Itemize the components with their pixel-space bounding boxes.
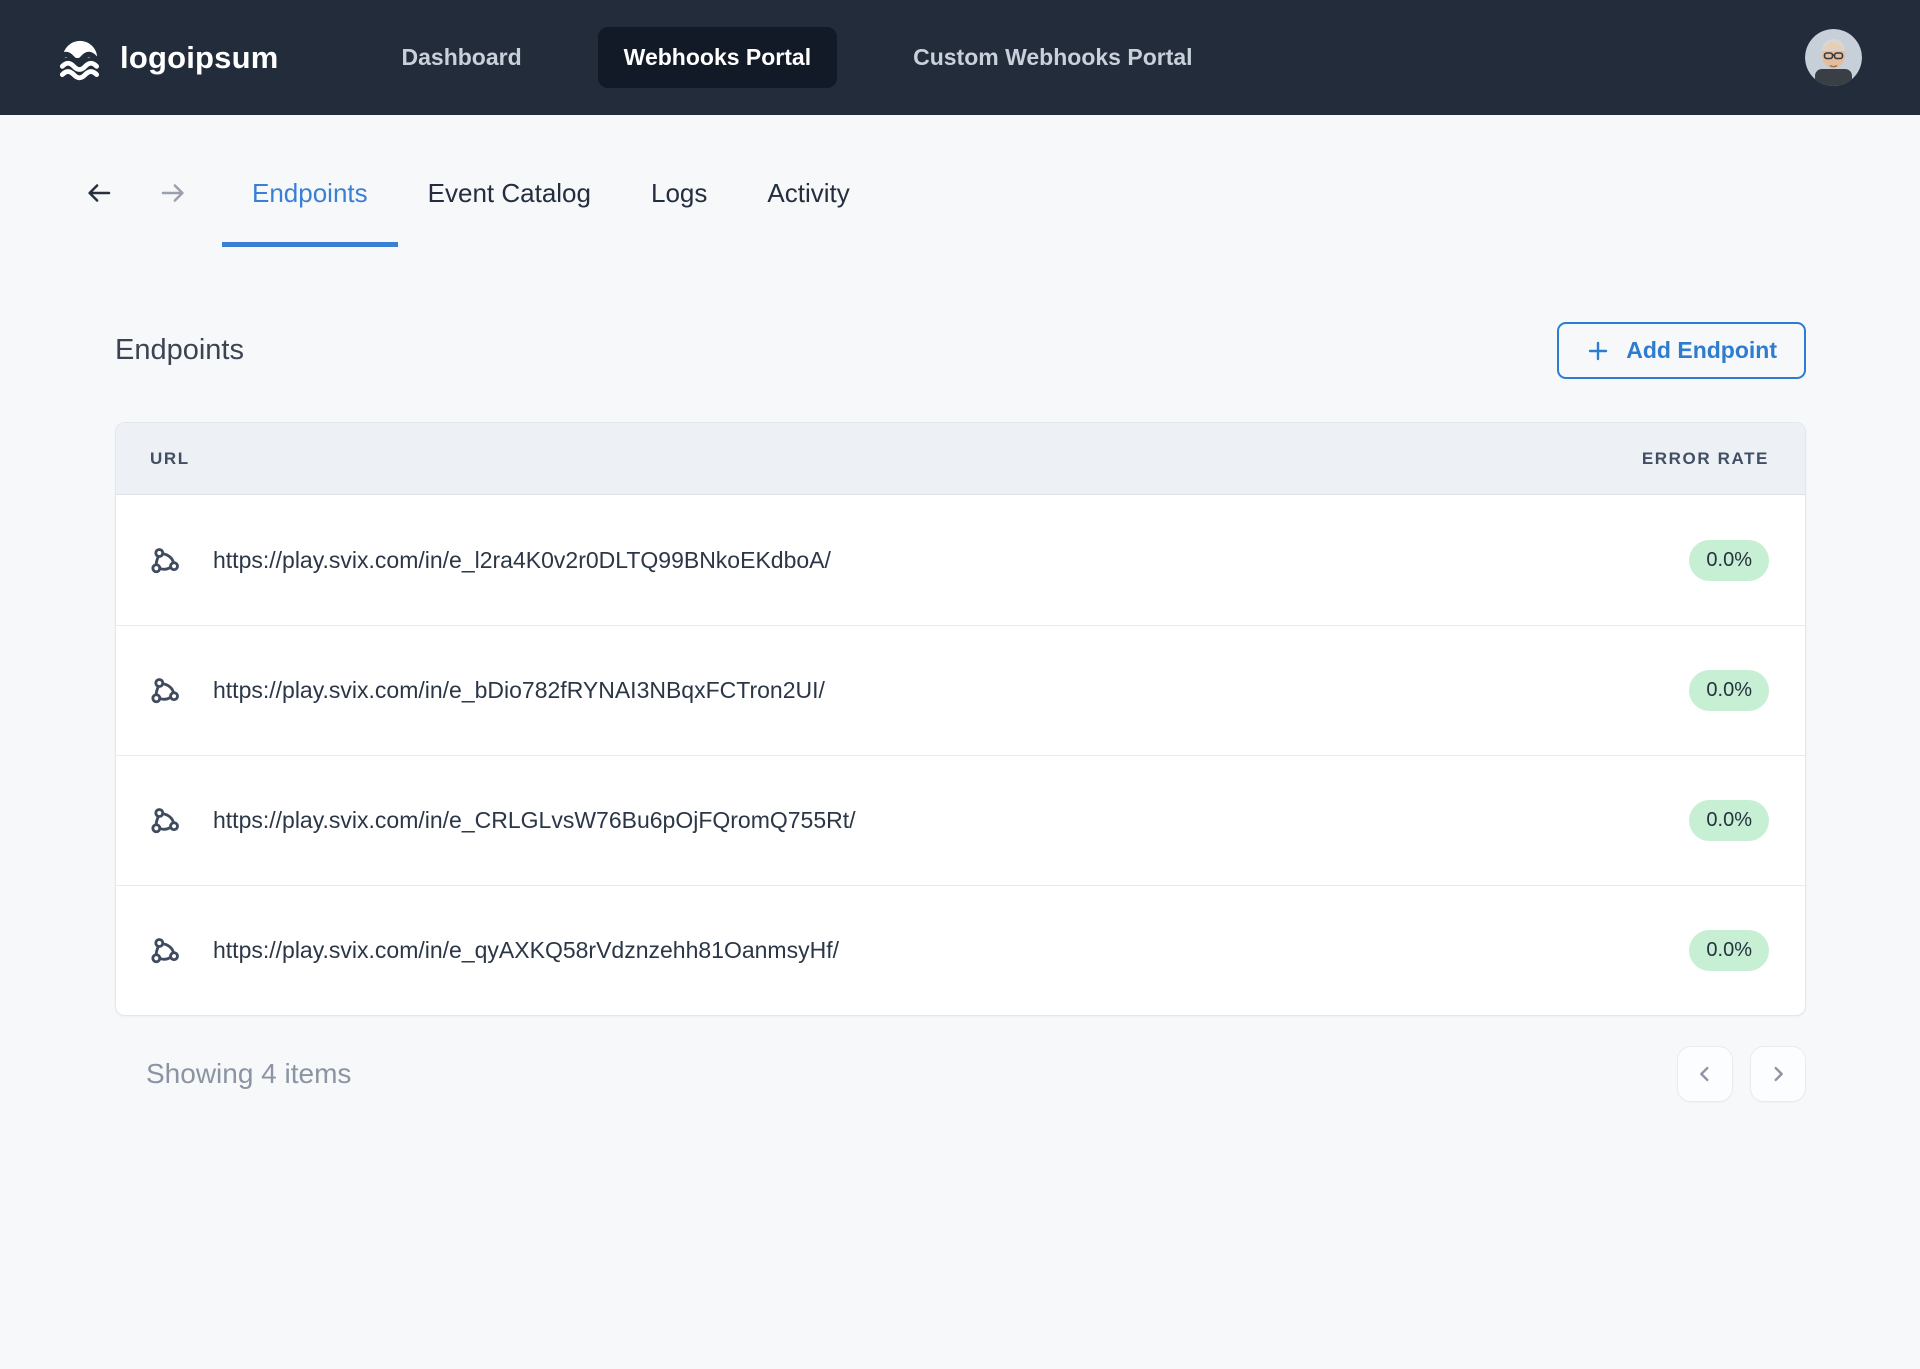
nav-item-dashboard[interactable]: Dashboard xyxy=(376,27,548,88)
add-endpoint-label: Add Endpoint xyxy=(1626,337,1777,364)
table-header-row: URL ERROR RATE xyxy=(116,423,1805,495)
error-rate-badge: 0.0% xyxy=(1689,540,1769,581)
back-arrow-button[interactable] xyxy=(82,176,116,210)
back-arrow-icon xyxy=(84,178,114,208)
table-row[interactable]: https://play.svix.com/in/e_CRLGLvsW76Bu6… xyxy=(116,755,1805,885)
nav-item-webhooks-portal[interactable]: Webhooks Portal xyxy=(598,27,837,88)
table-row[interactable]: https://play.svix.com/in/e_qyAXKQ58rVdzn… xyxy=(116,885,1805,1015)
webhook-icon xyxy=(150,545,181,576)
chevron-right-icon xyxy=(1767,1063,1789,1085)
chevron-left-icon xyxy=(1694,1063,1716,1085)
brand-name: logoipsum xyxy=(120,40,279,76)
endpoints-table-card: URL ERROR RATE https://play.svix.com/in/… xyxy=(115,422,1806,1016)
column-header-url: URL xyxy=(150,449,190,469)
next-page-button[interactable] xyxy=(1750,1046,1806,1102)
tab-endpoints[interactable]: Endpoints xyxy=(222,171,398,247)
error-rate-badge: 0.0% xyxy=(1689,670,1769,711)
webhook-icon xyxy=(150,675,181,706)
plus-icon xyxy=(1586,339,1610,363)
error-rate-badge: 0.0% xyxy=(1689,930,1769,971)
avatar-image xyxy=(1805,29,1862,86)
brand[interactable]: logoipsum xyxy=(55,33,279,83)
logoipsum-icon xyxy=(55,33,105,83)
primary-nav: Dashboard Webhooks Portal Custom Webhook… xyxy=(376,27,1219,88)
endpoint-url: https://play.svix.com/in/e_qyAXKQ58rVdzn… xyxy=(213,937,839,964)
table-row[interactable]: https://play.svix.com/in/e_l2ra4K0v2r0DL… xyxy=(116,495,1805,625)
add-endpoint-button[interactable]: Add Endpoint xyxy=(1557,322,1806,379)
tab-event-catalog[interactable]: Event Catalog xyxy=(398,171,621,247)
endpoint-url: https://play.svix.com/in/e_CRLGLvsW76Bu6… xyxy=(213,807,856,834)
pagination xyxy=(1677,1046,1806,1102)
portal-tab-bar: Endpoints Event Catalog Logs Activity xyxy=(0,115,1920,247)
tab-activity[interactable]: Activity xyxy=(737,171,879,247)
items-count-summary: Showing 4 items xyxy=(115,1058,351,1090)
webhook-icon xyxy=(150,935,181,966)
top-navbar: logoipsum Dashboard Webhooks Portal Cust… xyxy=(0,0,1920,115)
forward-arrow-button[interactable] xyxy=(156,176,190,210)
previous-page-button[interactable] xyxy=(1677,1046,1733,1102)
table-row[interactable]: https://play.svix.com/in/e_bDio782fRYNAI… xyxy=(116,625,1805,755)
page-title: Endpoints xyxy=(115,334,244,367)
endpoint-url: https://play.svix.com/in/e_bDio782fRYNAI… xyxy=(213,677,825,704)
main-content: Endpoints Add Endpoint URL ERROR RATE ht… xyxy=(0,322,1920,1142)
forward-arrow-icon xyxy=(158,178,188,208)
table-body: https://play.svix.com/in/e_l2ra4K0v2r0DL… xyxy=(116,495,1805,1015)
column-header-error-rate: ERROR RATE xyxy=(1642,449,1769,469)
error-rate-badge: 0.0% xyxy=(1689,800,1769,841)
tab-logs[interactable]: Logs xyxy=(621,171,737,247)
webhook-icon xyxy=(150,805,181,836)
tabs: Endpoints Event Catalog Logs Activity xyxy=(222,171,880,247)
list-footer: Showing 4 items xyxy=(115,1046,1806,1142)
endpoint-url: https://play.svix.com/in/e_l2ra4K0v2r0DL… xyxy=(213,547,831,574)
content-header: Endpoints Add Endpoint xyxy=(115,322,1806,379)
nav-item-custom-webhooks-portal[interactable]: Custom Webhooks Portal xyxy=(887,27,1218,88)
user-avatar[interactable] xyxy=(1805,29,1862,86)
